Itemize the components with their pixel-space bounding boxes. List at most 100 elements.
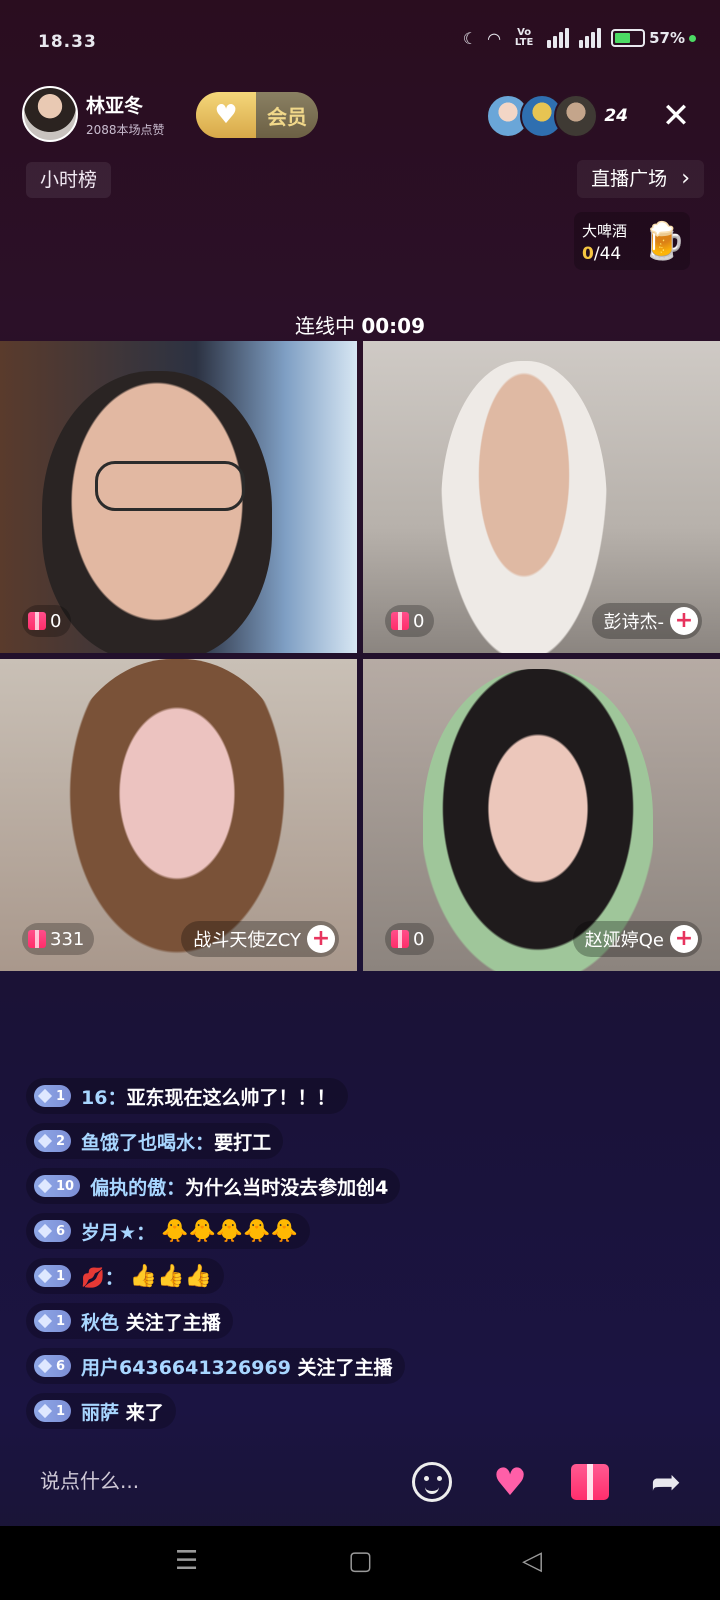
- gift-icon[interactable]: [566, 1458, 614, 1506]
- link-status: 连线中 00:09: [0, 310, 720, 339]
- video-tile-host[interactable]: 0: [0, 341, 357, 653]
- network-type: Vo LTE: [514, 27, 534, 48]
- level-badge: 1: [34, 1265, 72, 1287]
- chat-message[interactable]: 10 偏执的傲： 为什么当时没去参加创4: [26, 1168, 401, 1204]
- gift-goal-widget[interactable]: 大啤酒 0/44 🍺: [574, 212, 690, 270]
- tile-gift-value: 0: [413, 610, 425, 632]
- comment-input[interactable]: [24, 1458, 404, 1504]
- guest-name: 战斗天使ZCY: [193, 930, 301, 951]
- heart-icon[interactable]: ♥: [486, 1458, 534, 1506]
- gift-box-shape: [571, 1464, 609, 1500]
- gift-goal-name: 大啤酒: [582, 222, 628, 240]
- follow-plus-icon[interactable]: +: [670, 925, 698, 953]
- guest-name-pill[interactable]: 赵娅婷Qe +: [572, 921, 702, 957]
- chat-username[interactable]: 16：: [81, 1083, 126, 1110]
- gift-goal-progress: 0/44: [582, 244, 621, 264]
- video-tile-guest[interactable]: 331 战斗天使ZCY +: [0, 659, 357, 971]
- glasses-shape: [95, 461, 245, 511]
- viewer-count[interactable]: 24: [604, 106, 628, 126]
- tile-gift-count[interactable]: 0: [22, 605, 72, 637]
- follow-plus-icon[interactable]: +: [307, 925, 335, 953]
- chat-username[interactable]: 鱼饿了也喝水：: [81, 1128, 214, 1155]
- video-feed: [441, 361, 607, 653]
- gift-goal-current: 0: [582, 244, 594, 264]
- host-text: 林亚冬 2088本场点赞: [86, 91, 165, 138]
- host-avatar[interactable]: [22, 86, 78, 142]
- smile-icon[interactable]: [408, 1458, 456, 1506]
- link-timer: 00:09: [361, 314, 426, 338]
- level-badge: 6: [34, 1220, 72, 1242]
- chat-message[interactable]: 6 岁月★： 🐥🐥🐥🐥🐥: [26, 1213, 311, 1249]
- chat-message[interactable]: 1 丽萨 来了: [26, 1393, 176, 1429]
- level-value: 1: [56, 1403, 66, 1419]
- chat-username[interactable]: 秋色: [81, 1308, 119, 1335]
- hour-rank-button[interactable]: 小时榜: [26, 162, 112, 198]
- chat-message[interactable]: 6 用户6436641326969 关注了主播: [26, 1348, 405, 1384]
- home-icon[interactable]: ▢: [348, 1546, 373, 1576]
- level-value: 6: [56, 1223, 66, 1239]
- follow-plus-icon[interactable]: +: [670, 607, 698, 635]
- video-feed: [42, 371, 272, 653]
- signal-icon-2: [579, 28, 602, 48]
- diamond-icon: [37, 1313, 53, 1329]
- wifi-icon: ◠: [487, 28, 502, 48]
- diamond-icon: [37, 1133, 53, 1149]
- diamond-icon: [37, 1358, 53, 1374]
- status-icons: ☾ ◠ Vo LTE 57%: [463, 28, 696, 48]
- chat-username[interactable]: 岁月★：: [81, 1218, 155, 1245]
- comment-box[interactable]: [24, 1458, 404, 1504]
- charging-dot: [689, 34, 696, 42]
- chat-list[interactable]: 1 16： 亚东现在这么帅了！！！ 2 鱼饿了也喝水： 要打工 10 偏执的傲： 为什…: [26, 1078, 586, 1438]
- tile-gift-count[interactable]: 0: [385, 923, 435, 955]
- live-plaza-label: 直播广场: [591, 168, 668, 190]
- close-icon[interactable]: ✕: [656, 96, 696, 136]
- level-badge: 10: [34, 1175, 81, 1197]
- system-nav-bar: ☰ ▢ ◁: [0, 1526, 720, 1600]
- level-badge: 6: [34, 1355, 72, 1377]
- guest-name: 赵娅婷Qe: [584, 930, 664, 951]
- chat-username[interactable]: 用户6436641326969: [81, 1353, 291, 1380]
- chat-text: 关注了主播: [125, 1311, 221, 1334]
- level-badge: 1: [34, 1085, 72, 1107]
- share-icon[interactable]: ➦: [642, 1458, 690, 1506]
- signal-icon-1: [547, 28, 570, 48]
- chat-message[interactable]: 1 秋色 关注了主播: [26, 1303, 233, 1339]
- guest-name-pill[interactable]: 彭诗杰- +: [591, 603, 702, 639]
- chat-text: 关注了主播: [297, 1356, 393, 1379]
- live-plaza-button[interactable]: 直播广场 ›: [577, 160, 704, 198]
- vip-button[interactable]: ♥ 会员: [196, 92, 318, 138]
- video-tile-guest[interactable]: 0 彭诗杰- +: [363, 341, 720, 653]
- diamond-icon: [37, 1268, 53, 1284]
- vip-heart-icon: ♥: [196, 92, 256, 138]
- viewer-avatars[interactable]: [486, 94, 598, 138]
- chat-username[interactable]: 💋：: [81, 1263, 124, 1290]
- guest-name: 彭诗杰-: [603, 612, 665, 633]
- chat-message[interactable]: 2 鱼饿了也喝水： 要打工: [26, 1123, 284, 1159]
- level-value: 1: [56, 1313, 66, 1329]
- gift-icon: [391, 612, 409, 630]
- level-value: 6: [56, 1358, 66, 1374]
- menu-icon[interactable]: ☰: [175, 1546, 198, 1576]
- host-info[interactable]: 林亚冬 2088本场点赞: [22, 86, 165, 142]
- chat-message[interactable]: 1 💋： 👍👍👍: [26, 1258, 224, 1294]
- tile-gift-count[interactable]: 0: [385, 605, 435, 637]
- gift-icon: [28, 612, 46, 630]
- tile-gift-count[interactable]: 331: [22, 923, 95, 955]
- chat-username[interactable]: 丽萨: [81, 1398, 119, 1425]
- video-tile-guest[interactable]: 0 赵娅婷Qe +: [363, 659, 720, 971]
- level-value: 10: [56, 1178, 75, 1194]
- tile-gift-value: 0: [50, 610, 62, 632]
- chat-emoji: 🐥🐥🐥🐥🐥: [161, 1218, 299, 1244]
- guest-name-pill[interactable]: 战斗天使ZCY +: [181, 921, 339, 957]
- chat-text: 要打工: [214, 1131, 272, 1154]
- chat-text: 来了: [125, 1401, 164, 1424]
- status-bar: 18.33 ☾ ◠ Vo LTE 57%: [0, 0, 720, 84]
- tile-gift-value: 0: [413, 928, 425, 950]
- viewer-avatar[interactable]: [554, 94, 598, 138]
- diamond-icon: [37, 1178, 53, 1194]
- level-value: 2: [56, 1133, 66, 1149]
- gift-goal-total: /44: [593, 244, 622, 264]
- chat-message[interactable]: 1 16： 亚东现在这么帅了！！！: [26, 1078, 348, 1114]
- back-icon[interactable]: ◁: [522, 1546, 542, 1576]
- chat-username[interactable]: 偏执的傲：: [90, 1173, 185, 1200]
